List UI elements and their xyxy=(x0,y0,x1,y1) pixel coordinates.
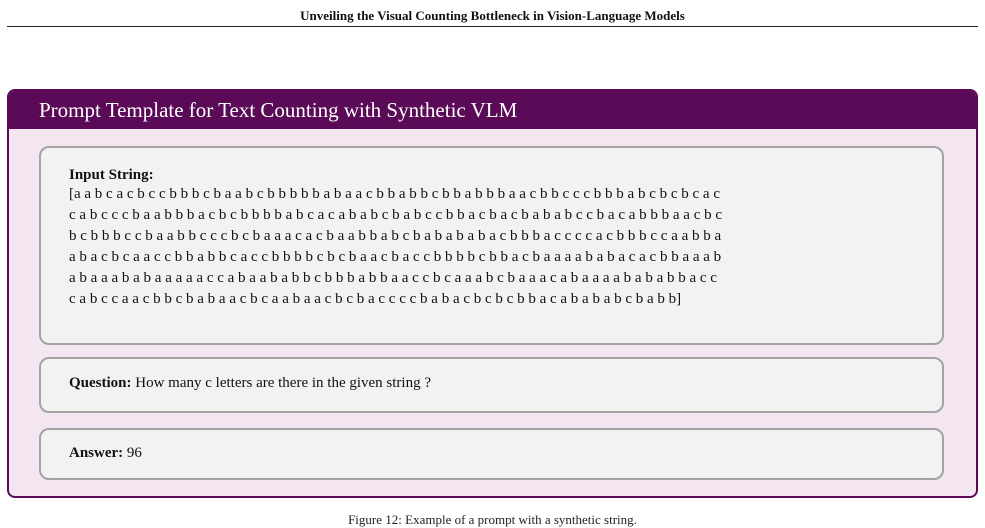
prompt-template-box: Prompt Template for Text Counting with S… xyxy=(7,89,978,498)
question-label: Question: xyxy=(69,375,132,391)
answer-box: Answer: 96 xyxy=(39,428,944,480)
question-box: Question: How many c letters are there i… xyxy=(39,357,944,413)
input-string-line: b c b b b c c b a a b b c c c b c b a a … xyxy=(69,228,722,244)
input-string-line: c a b c c a a c b b c b a b a a c b c a … xyxy=(69,291,682,307)
input-string-box: Input String: [a a b c a c b c c b b b c… xyxy=(39,146,944,345)
answer-label: Answer: xyxy=(69,445,124,461)
input-string-line: a b a c b c a a c c b b a b b c a c c b … xyxy=(69,249,722,265)
answer-row: Answer: 96 xyxy=(69,443,928,463)
input-string-line: [a a b c a c b c c b b b c b a a b c b b… xyxy=(69,186,720,202)
input-string-line: c a b c c c b a a b b b a c b c b b b b … xyxy=(69,207,723,223)
input-string-line: a b a a a b a b a a a a a c c a b a a b … xyxy=(69,270,717,286)
figure-caption: Figure 12: Example of a prompt with a sy… xyxy=(348,512,637,527)
question-text: How many c letters are there in the give… xyxy=(135,375,431,391)
template-box-title: Prompt Template for Text Counting with S… xyxy=(9,91,976,129)
input-string-label: Input String: xyxy=(69,167,154,183)
answer-text: 96 xyxy=(126,445,142,461)
header-rule xyxy=(7,26,978,27)
running-header: Unveiling the Visual Counting Bottleneck… xyxy=(300,8,685,23)
question-row: Question: How many c letters are there i… xyxy=(69,373,928,393)
